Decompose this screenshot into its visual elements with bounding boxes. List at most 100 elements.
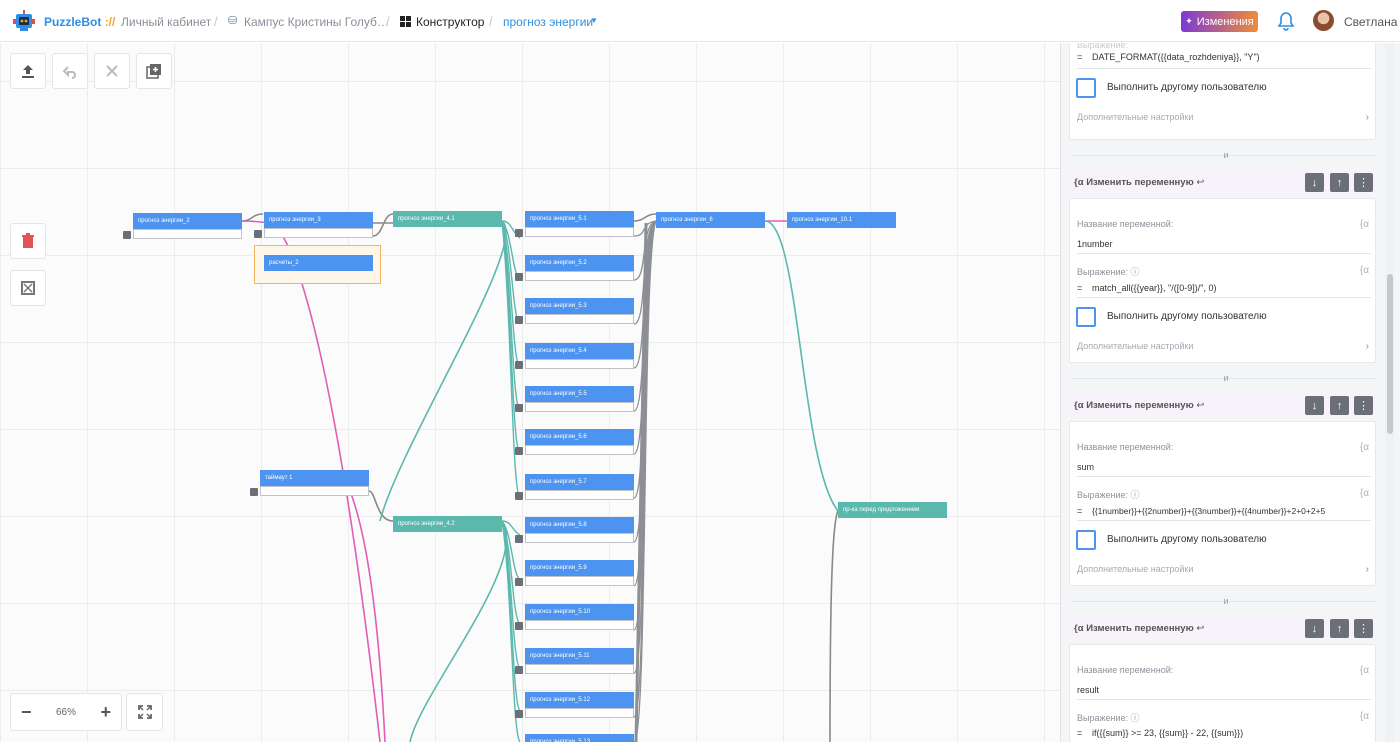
- insert-variable-icon[interactable]: {α: [1360, 265, 1369, 276]
- flow-node[interactable]: прогноз энергии_5.13: [525, 734, 634, 742]
- variable-name-input[interactable]: sum: [1077, 462, 1094, 472]
- avatar[interactable]: [1313, 10, 1334, 31]
- move-down-button[interactable]: ↓: [1305, 619, 1324, 638]
- puzzlebot-logo-icon[interactable]: [13, 9, 35, 33]
- extra-settings-link[interactable]: Дополнительные настройки: [1077, 341, 1193, 351]
- flow-node[interactable]: прогноз энергии_5.2: [515, 255, 634, 281]
- flow-node[interactable]: прогноз энергии_5.11: [515, 648, 634, 674]
- variable-name-label: Название переменной:: [1077, 665, 1174, 675]
- expression-input[interactable]: if({{sum}} >= 23, {{sum}} - 22, {{sum}}): [1092, 728, 1243, 738]
- help-icon[interactable]: ⓘ: [1131, 490, 1140, 500]
- flow-node[interactable]: прогноз энергии_4.1: [393, 211, 502, 227]
- flow-node[interactable]: прогноз энергии_5.1: [515, 211, 634, 237]
- bell-icon[interactable]: [1277, 11, 1295, 31]
- insert-variable-icon[interactable]: {α: [1360, 711, 1369, 722]
- chevron-right-icon[interactable]: ›: [1366, 112, 1369, 123]
- upload-icon: [22, 65, 34, 78]
- equals-sign: =: [1077, 52, 1083, 62]
- breadcrumb-separator: /: [386, 14, 390, 29]
- help-icon[interactable]: ⓘ: [1131, 267, 1140, 277]
- insert-variable-icon[interactable]: {α: [1360, 488, 1369, 499]
- and-separator: и: [1223, 150, 1229, 160]
- flow-node[interactable]: прогноз энергии_10.1: [787, 212, 896, 228]
- other-user-checkbox[interactable]: [1076, 530, 1096, 550]
- insert-variable-icon[interactable]: {α: [1360, 219, 1369, 230]
- zoom-in-button[interactable]: +: [100, 702, 111, 723]
- insert-variable-icon[interactable]: {α: [1360, 665, 1369, 676]
- undo-button[interactable]: [52, 53, 88, 89]
- flow-node[interactable]: прогноз энергии_5.5: [515, 386, 634, 412]
- move-down-button[interactable]: ↓: [1305, 396, 1324, 415]
- flow-node[interactable]: прогноз энергии_5.3: [515, 298, 634, 324]
- changes-button[interactable]: ✦ Изменения: [1181, 11, 1258, 32]
- other-user-label: Выполнить другому пользователю: [1107, 82, 1267, 93]
- breadcrumb-campus[interactable]: Кампус Кристины Голуб…: [244, 15, 389, 29]
- zoom-out-button[interactable]: −: [21, 702, 32, 723]
- fullscreen-button[interactable]: [126, 693, 163, 731]
- expression-input[interactable]: DATE_FORMAT({{data_rozhdeniya}}, "Y"): [1092, 52, 1260, 62]
- breadcrumb-constructor[interactable]: Конструктор: [416, 15, 484, 29]
- zoom-level: 66%: [55, 706, 76, 718]
- move-up-button[interactable]: ↑: [1330, 619, 1349, 638]
- flow-canvas[interactable]: прогноз энергии_2 прогноз энергии_3 расч…: [0, 43, 1060, 742]
- flow-node[interactable]: прогноз энергии_6: [656, 212, 765, 228]
- more-menu-button[interactable]: ⋮: [1354, 173, 1373, 192]
- zoom-control: − 66% +: [10, 693, 122, 731]
- breadcrumb-separator: /: [489, 14, 493, 29]
- flow-node[interactable]: расчеты_2: [264, 255, 373, 271]
- move-up-button[interactable]: ↑: [1330, 396, 1349, 415]
- variable-name-input[interactable]: result: [1077, 685, 1099, 695]
- flow-node[interactable]: прогноз энергии_2: [123, 213, 242, 239]
- expand-icon: [137, 705, 152, 719]
- more-menu-button[interactable]: ⋮: [1354, 396, 1373, 415]
- more-menu-button[interactable]: ⋮: [1354, 619, 1373, 638]
- brand-name[interactable]: PuzzleBot ://: [44, 15, 115, 29]
- flow-node[interactable]: прогноз энергии_5.12: [515, 692, 634, 718]
- variable-icon: {α: [1074, 400, 1084, 411]
- cake-icon: ⛁: [228, 15, 238, 27]
- breadcrumb-cabinet[interactable]: Личный кабинет: [121, 15, 211, 29]
- user-name[interactable]: Светлана: [1344, 15, 1397, 29]
- other-user-checkbox[interactable]: [1076, 78, 1096, 98]
- flow-node[interactable]: прогноз энергии_5.4: [515, 343, 634, 369]
- equals-sign: =: [1077, 728, 1083, 738]
- variable-card: Название переменной: {α 1number Выражени…: [1069, 198, 1376, 363]
- chevron-right-icon[interactable]: ›: [1366, 564, 1369, 575]
- move-up-button[interactable]: ↑: [1330, 173, 1349, 192]
- add-block-button[interactable]: [136, 53, 172, 89]
- move-down-button[interactable]: ↓: [1305, 173, 1324, 192]
- insert-variable-icon[interactable]: {α: [1360, 442, 1369, 453]
- flow-node[interactable]: прогноз энергии_5.10: [515, 604, 634, 630]
- panel-scrollbar[interactable]: [1385, 43, 1394, 742]
- expression-input[interactable]: match_all({{year}}, "/([0-9])/", 0): [1092, 283, 1216, 293]
- help-icon[interactable]: ⓘ: [1131, 713, 1140, 723]
- extra-settings-link[interactable]: Дополнительные настройки: [1077, 112, 1193, 122]
- return-icon: ↩: [1196, 400, 1205, 411]
- flow-node[interactable]: прогноз энергии_5.6: [515, 429, 634, 455]
- upload-button[interactable]: [10, 53, 46, 89]
- breadcrumb-scenario-select[interactable]: прогноз энергии: [503, 15, 593, 29]
- chevron-down-icon[interactable]: ▼: [590, 16, 598, 25]
- block-title: {α Изменить переменную ↩: [1074, 623, 1205, 634]
- chevron-right-icon[interactable]: ›: [1366, 341, 1369, 352]
- extra-settings-link[interactable]: Дополнительные настройки: [1077, 564, 1193, 574]
- constructor-grid-icon: [400, 16, 411, 27]
- variable-card: Название переменной: {α sum Выражение: ⓘ…: [1069, 421, 1376, 586]
- fit-selection-button[interactable]: [10, 270, 46, 306]
- flow-node[interactable]: прогноз энергии_5.8: [515, 517, 634, 543]
- cancel-button[interactable]: [94, 53, 130, 89]
- variable-name-label: Название переменной:: [1077, 219, 1174, 229]
- flow-node[interactable]: таймаут 1: [250, 470, 369, 496]
- flow-node[interactable]: пр-ка перед предложением: [838, 502, 947, 518]
- variable-name-input[interactable]: 1number: [1077, 239, 1113, 249]
- expression-input[interactable]: {{1number}}+{{2number}}+{{3number}}+{{4n…: [1092, 506, 1325, 516]
- scrollbar-thumb[interactable]: [1387, 274, 1393, 434]
- flow-node[interactable]: прогноз энергии_4.2: [393, 516, 502, 532]
- delete-button[interactable]: [10, 223, 46, 259]
- flow-node[interactable]: прогноз энергии_3: [254, 212, 373, 238]
- other-user-checkbox[interactable]: [1076, 307, 1096, 327]
- flow-node[interactable]: прогноз энергии_5.7: [515, 474, 634, 500]
- flow-node[interactable]: прогноз энергии_5.9: [515, 560, 634, 586]
- block-title: {α Изменить переменную ↩: [1074, 400, 1205, 411]
- equals-sign: =: [1077, 283, 1083, 293]
